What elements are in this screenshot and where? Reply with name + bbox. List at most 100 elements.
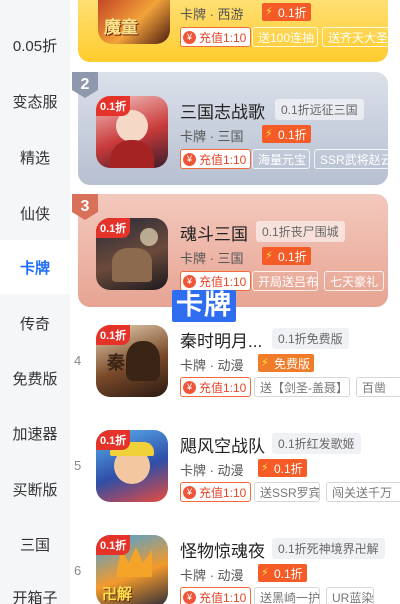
- yen-icon: ¥: [183, 274, 196, 288]
- rank-number: 5: [74, 458, 82, 473]
- moon-shape: [140, 228, 158, 246]
- gift-tag: 送100连抽: [252, 27, 318, 47]
- yen-icon: ¥: [183, 152, 196, 166]
- sidebar-item-sanguo[interactable]: 三国: [0, 517, 70, 571]
- lightning-icon: ⚡: [261, 357, 269, 369]
- recharge-label: 充值1:10: [199, 30, 247, 45]
- discount-label: 0.1折: [278, 5, 307, 20]
- yen-icon: ¥: [183, 590, 196, 604]
- svg-text:3: 3: [81, 198, 90, 215]
- gift-tag: 送SSR罗宾: [254, 482, 320, 502]
- game-category: 卡牌 · 动漫: [180, 358, 244, 373]
- yen-icon: ¥: [183, 30, 196, 44]
- icon-discount-tag: 0.1折: [96, 96, 131, 116]
- discount-badge: ⚡ 0.1折: [262, 3, 311, 21]
- game-subtitle: 0.1折远征三国: [275, 99, 364, 120]
- svg-text:2: 2: [81, 76, 90, 93]
- game-icon-3: 0.1折: [96, 218, 168, 290]
- recharge-ratio: ¥ 充值1:10: [180, 27, 252, 47]
- game-subtitle: 0.1折红发歌姬: [272, 433, 361, 454]
- game-title: 秦时明月...: [180, 332, 263, 351]
- recharge-label: 充值1:10: [199, 380, 247, 395]
- rank-number: 4: [74, 353, 82, 368]
- sidebar-item-jingxuan[interactable]: 精选: [0, 130, 70, 184]
- lightning-icon: ⚡: [261, 462, 269, 474]
- game-category: 卡牌 · 三国: [180, 251, 244, 266]
- character-body: [110, 140, 154, 168]
- recharge-ratio: ¥ 充值1:10: [180, 149, 252, 169]
- recharge-ratio: ¥ 充值1:10: [180, 482, 252, 502]
- recharge-label: 充值1:10: [199, 152, 247, 167]
- character-hair: [126, 341, 160, 381]
- discount-label: 0.1折: [278, 127, 307, 142]
- game-subtitle: 0.1折免费版: [272, 328, 349, 349]
- game-list: 魔童 卡牌 · 西游 ⚡ 0.1折 ¥ 充值1:10 送100连抽 送齐天大圣 2 …: [70, 0, 400, 604]
- app-root: 0.05折 变态服 精选 仙侠 卡牌 传奇 免费版 加速器 买断版 三国 开箱子…: [0, 0, 400, 604]
- icon-logo-mark: 卍解: [102, 586, 133, 603]
- lightning-icon: ⚡: [261, 567, 269, 579]
- gift-tag: 七天豪礼: [324, 271, 384, 291]
- game-category: 卡牌 · 动漫: [180, 463, 244, 478]
- game-title: 飓风空战队: [180, 437, 265, 456]
- discount-label: 免费版: [274, 356, 311, 371]
- discount-label: 0.1折: [278, 249, 307, 264]
- gift-tag: UR蓝染: [326, 587, 374, 604]
- icon-logo-text: 魔童: [104, 18, 138, 37]
- game-title: 魂斗三国: [180, 225, 248, 244]
- gift-tag: SSR武将赵云: [314, 149, 388, 169]
- rank-number: 6: [74, 563, 82, 578]
- icon-discount-tag: 0.1折: [96, 325, 131, 345]
- game-card-rank-1[interactable]: 魔童 卡牌 · 西游 ⚡ 0.1折 ¥ 充值1:10 送100连抽 送齐天大圣: [78, 0, 388, 62]
- recharge-ratio: ¥ 充值1:10: [180, 377, 252, 397]
- discount-label: 0.1折: [274, 566, 303, 581]
- sidebar-item-005[interactable]: 0.05折: [0, 18, 70, 72]
- game-icon-6: 0.1折 卍解: [96, 535, 168, 604]
- game-category: 卡牌 · 西游: [180, 7, 244, 22]
- recharge-label: 充值1:10: [199, 590, 247, 604]
- sidebar-item-kaixiangzi[interactable]: 开箱子: [0, 570, 70, 604]
- icon-logo-mark: 秦: [105, 353, 125, 371]
- discount-badge: ⚡ 0.1折: [258, 459, 307, 477]
- game-title: 怪物惊魂夜: [180, 542, 265, 561]
- gift-tag: 海量元宝: [252, 149, 310, 169]
- sidebar-item-chuanqi[interactable]: 传奇: [0, 296, 70, 350]
- gift-tag: 开局送吕布: [252, 271, 318, 291]
- category-sidebar: 0.05折 变态服 精选 仙侠 卡牌 传奇 免费版 加速器 买断版 三国 开箱子: [0, 0, 70, 604]
- beast-shape: [112, 248, 152, 282]
- discount-label: 0.1折: [274, 461, 303, 476]
- game-icon-2: 0.1折: [96, 96, 168, 168]
- sidebar-item-buyout[interactable]: 买断版: [0, 462, 70, 516]
- yen-icon: ¥: [183, 485, 196, 499]
- sidebar-item-kapai[interactable]: 卡牌: [0, 240, 70, 294]
- icon-discount-tag: 0.1折: [96, 218, 131, 238]
- discount-badge: ⚡ 0.1折: [262, 247, 311, 265]
- icon-discount-tag: 0.1折: [96, 535, 131, 555]
- icon-discount-tag: 0.1折: [96, 430, 131, 450]
- recharge-label: 充值1:10: [199, 274, 247, 289]
- category-overlay-label: 卡牌: [172, 290, 236, 322]
- recharge-ratio: ¥ 充值1:10: [180, 271, 252, 291]
- game-category: 卡牌 · 三国: [180, 129, 244, 144]
- recharge-ratio: ¥ 充值1:10: [180, 587, 252, 604]
- game-subtitle: 0.1折死神境界卍解: [272, 538, 385, 559]
- game-icon-4: 0.1折 秦: [96, 325, 168, 397]
- gift-tag: 送黑崎一护: [254, 587, 320, 604]
- lightning-icon: ⚡: [265, 250, 273, 262]
- game-subtitle: 0.1折丧尸围城: [256, 221, 345, 242]
- game-icon-5: 0.1折: [96, 430, 168, 502]
- gift-tag: 百凿: [356, 377, 400, 397]
- gift-tag: 闯关送千万: [326, 482, 400, 502]
- sidebar-item-accelerator[interactable]: 加速器: [0, 406, 70, 460]
- discount-badge: ⚡ 免费版: [258, 354, 315, 372]
- sidebar-item-biantai[interactable]: 变态服: [0, 74, 70, 128]
- lightning-icon: ⚡: [265, 128, 273, 140]
- game-category: 卡牌 · 动漫: [180, 568, 244, 583]
- sidebar-item-xianxia[interactable]: 仙侠: [0, 186, 70, 240]
- game-title: 三国志战歌: [180, 103, 265, 122]
- sidebar-item-free[interactable]: 免费版: [0, 351, 70, 405]
- gift-tag: 送齐天大圣: [322, 27, 388, 47]
- yen-icon: ¥: [183, 380, 196, 394]
- discount-badge: ⚡ 0.1折: [262, 125, 311, 143]
- discount-badge: ⚡ 0.1折: [258, 564, 307, 582]
- game-card-rank-2[interactable]: 2 0.1折 三国志战歌 0.1折远征三国 卡牌 · 三国 ⚡ 0.1折 ¥ 充值1…: [72, 72, 388, 185]
